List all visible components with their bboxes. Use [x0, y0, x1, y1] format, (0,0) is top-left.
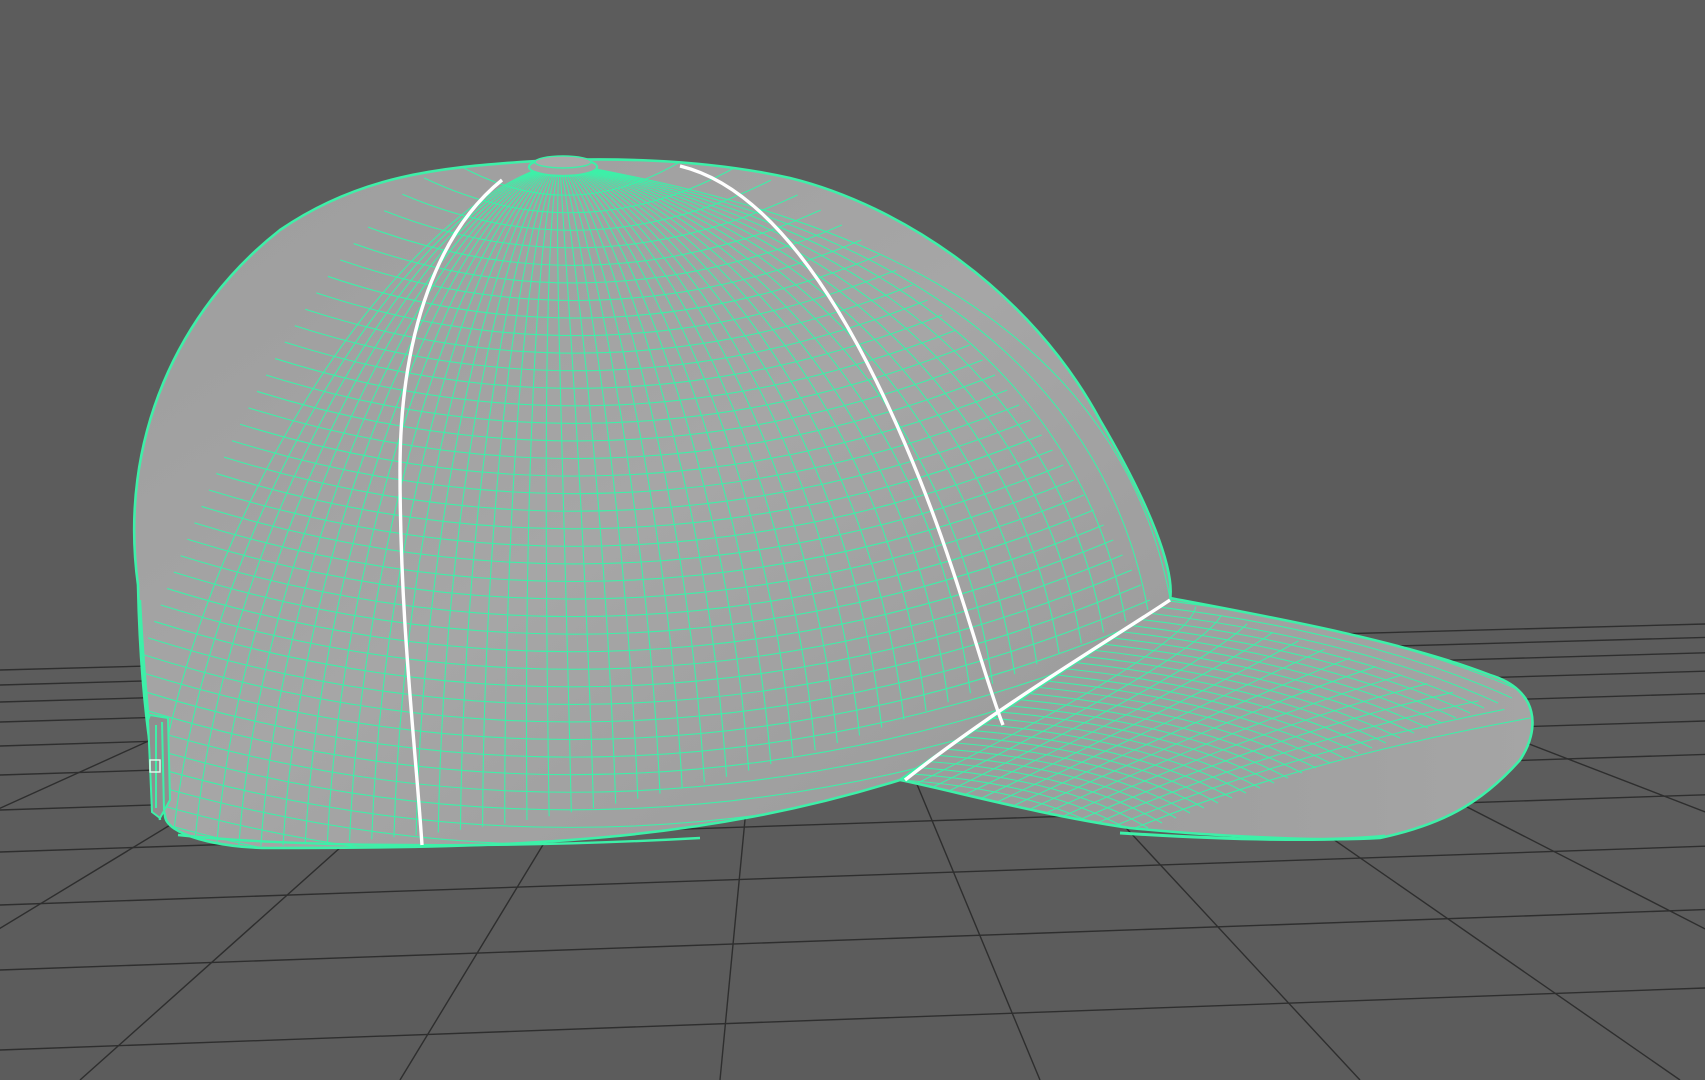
cap-back-strap[interactable] [146, 713, 172, 820]
cap-button[interactable] [527, 155, 599, 178]
3d-viewport[interactable] [0, 0, 1705, 1080]
viewport-canvas[interactable] [0, 0, 1705, 1080]
